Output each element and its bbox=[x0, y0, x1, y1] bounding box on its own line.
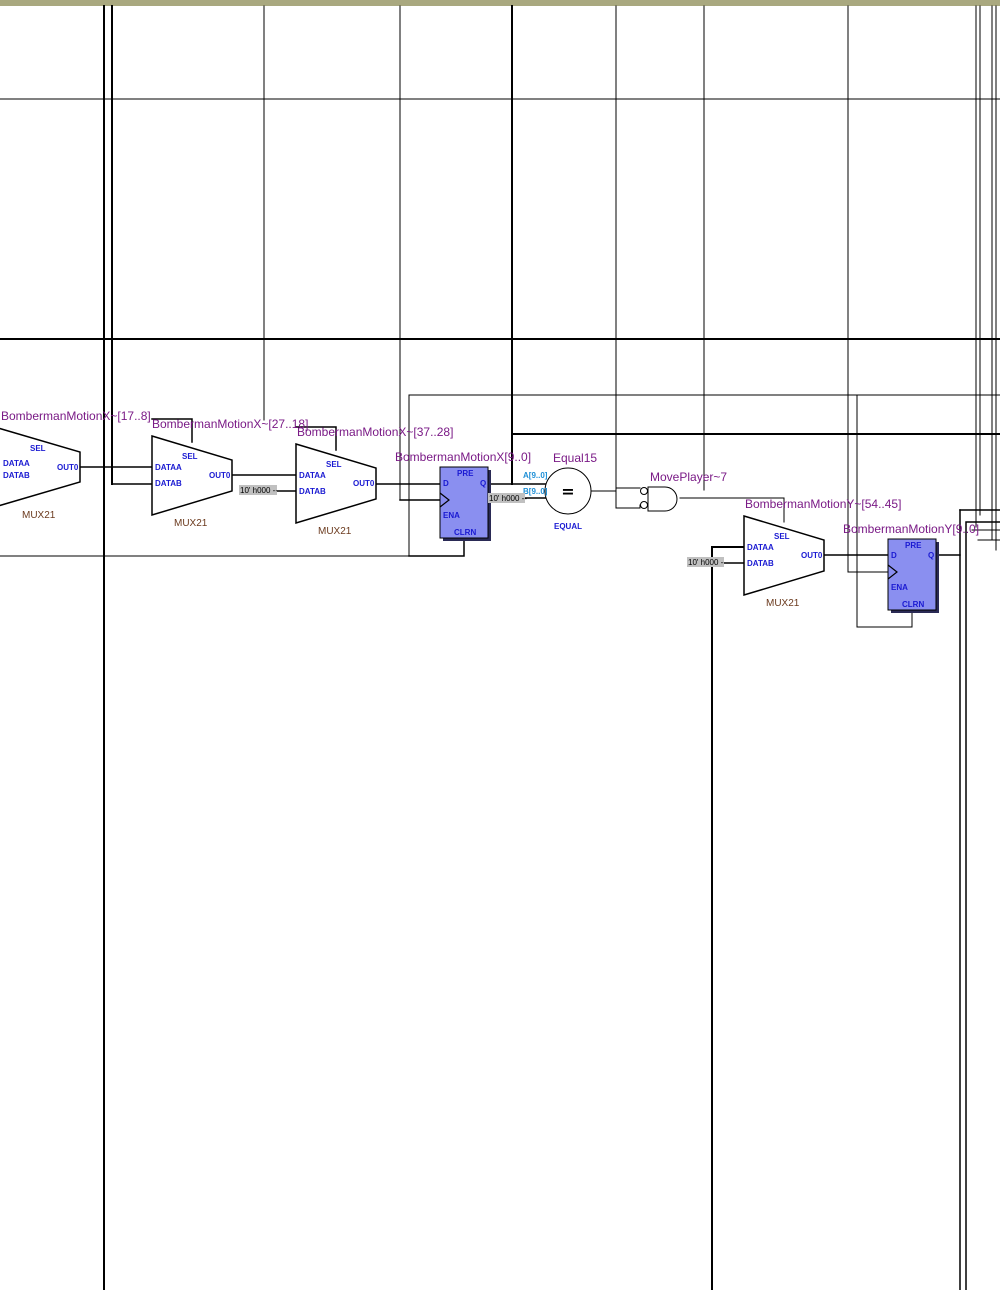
mux-type-label: MUX21 bbox=[318, 526, 352, 537]
comparator-port-a: A[9..0] bbox=[523, 471, 548, 480]
mux-port-dataa: DATAA bbox=[747, 543, 774, 552]
constant-10h000-mux-x-27-18: 10' h000 -- bbox=[239, 485, 278, 495]
mux-port-datab: DATAB bbox=[299, 487, 326, 496]
mux-port-sel: SEL bbox=[326, 460, 342, 469]
instance-label: Equal15 bbox=[553, 451, 597, 465]
instance-label: MovePlayer~7 bbox=[650, 470, 727, 484]
register-port-clrn: CLRN bbox=[902, 600, 924, 609]
mux-port-dataa: DATAA bbox=[155, 463, 182, 472]
mux21-bombermanmotiony-54-45[interactable]: SEL DATAA DATAB OUT0 MUX21 BombermanMoti… bbox=[743, 497, 901, 609]
constant-label: 10' h000 -- bbox=[489, 494, 527, 503]
mux-port-sel: SEL bbox=[182, 452, 198, 461]
register-port-q: Q bbox=[480, 479, 486, 488]
instance-label: BombermanMotionX~[17..8] bbox=[1, 409, 151, 423]
comparator-equal15[interactable]: = A[9..0] B[9..0] EQUAL Equal15 bbox=[523, 451, 597, 531]
mux-port-datab: DATAB bbox=[3, 471, 30, 480]
mux-port-dataa: DATAA bbox=[3, 459, 30, 468]
register-port-ena: ENA bbox=[443, 511, 460, 520]
constant-label: 10' h000 -- bbox=[240, 486, 278, 495]
instance-label: BombermanMotionX[9..0] bbox=[395, 450, 531, 464]
instance-label: BombermanMotionY[9..0] bbox=[843, 522, 979, 536]
instance-label: BombermanMotionX~[37..28] bbox=[297, 425, 453, 439]
mux-port-datab: DATAB bbox=[155, 479, 182, 488]
constant-10h000-mux-y: 10' h000 -- bbox=[687, 557, 726, 567]
and-gate-moveplayer-7[interactable]: MovePlayer~7 bbox=[640, 470, 728, 512]
mux21-bombermanmotionx-27-18[interactable]: SEL DATAA DATAB OUT0 MUX21 BombermanMoti… bbox=[151, 417, 308, 529]
and-gate-body bbox=[647, 486, 678, 512]
register-bombermanmotiony[interactable]: PRE D Q ENA CLRN BombermanMotionY[9..0] bbox=[843, 522, 979, 613]
mux21-bombermanmotionx-17-8[interactable]: SEL DATAA DATAB OUT0 MUX21 BombermanMoti… bbox=[0, 409, 151, 521]
register-port-pre: PRE bbox=[905, 541, 922, 550]
mux-port-out: OUT0 bbox=[801, 551, 823, 560]
inverter-bubble-icon bbox=[640, 487, 648, 495]
mux-port-sel: SEL bbox=[30, 444, 46, 453]
mux-port-datab: DATAB bbox=[747, 559, 774, 568]
register-port-q: Q bbox=[928, 551, 934, 560]
register-port-clrn: CLRN bbox=[454, 528, 476, 537]
mux-port-sel: SEL bbox=[774, 532, 790, 541]
mux-port-out: OUT0 bbox=[353, 479, 375, 488]
constant-10h000-equal-b: 10' h000 -- bbox=[488, 493, 527, 503]
equal-sign-icon: = bbox=[561, 482, 574, 501]
register-port-pre: PRE bbox=[457, 469, 474, 478]
mux-type-label: MUX21 bbox=[766, 598, 800, 609]
mux-port-dataa: DATAA bbox=[299, 471, 326, 480]
inverter-bubble-icon bbox=[640, 501, 648, 509]
register-port-d: D bbox=[891, 551, 897, 560]
instance-label: BombermanMotionX~[27..18] bbox=[152, 417, 308, 431]
mux-port-out: OUT0 bbox=[57, 463, 79, 472]
mux-type-label: MUX21 bbox=[174, 518, 208, 529]
comparator-type-label: EQUAL bbox=[554, 522, 582, 531]
mux-type-label: MUX21 bbox=[22, 510, 56, 521]
mux-port-out: OUT0 bbox=[209, 471, 231, 480]
schematic-canvas[interactable]: SEL DATAA DATAB OUT0 MUX21 BombermanMoti… bbox=[0, 0, 1000, 1290]
mux21-bombermanmotionx-37-28[interactable]: SEL DATAA DATAB OUT0 MUX21 BombermanMoti… bbox=[295, 425, 453, 537]
constant-label: 10' h000 -- bbox=[688, 558, 726, 567]
wire-net bbox=[0, 5, 1000, 1290]
register-port-ena: ENA bbox=[891, 583, 908, 592]
register-port-d: D bbox=[443, 479, 449, 488]
instance-label: BombermanMotionY~[54..45] bbox=[745, 497, 901, 511]
